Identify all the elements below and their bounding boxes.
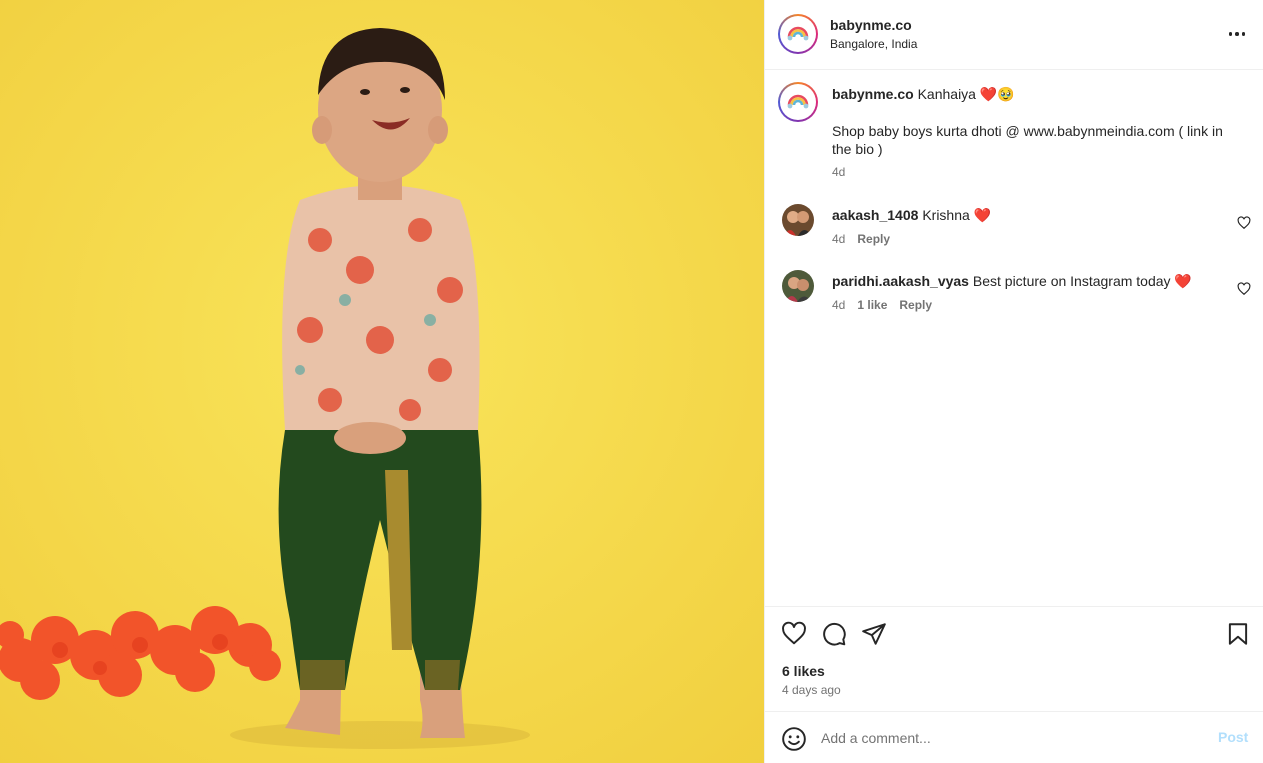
rainbow-logo-icon — [787, 94, 809, 109]
comment-like-heart-icon[interactable] — [1237, 216, 1251, 230]
post-location[interactable]: Bangalore, India — [830, 37, 917, 51]
emoji-icon[interactable] — [781, 726, 807, 752]
comments-section: babynme.co Kanhaiya ❤️🥹 Shop baby boys k… — [765, 70, 1263, 606]
comment-line: aakash_1408 Krishna ❤️ — [832, 206, 991, 224]
author-avatar[interactable] — [778, 14, 818, 54]
post-detail-panel: babynme.co Bangalore, India babynme.co K… — [764, 0, 1263, 763]
send-icon[interactable] — [861, 621, 887, 647]
post-image[interactable] — [0, 0, 764, 763]
post-date[interactable]: 4 days ago — [782, 683, 841, 697]
more-options-icon[interactable] — [1225, 24, 1249, 44]
caption-title-text: Kanhaiya ❤️🥹 — [917, 86, 1015, 102]
bookmark-icon[interactable] — [1225, 621, 1251, 647]
caption-username[interactable]: babynme.co — [832, 86, 914, 102]
comment-icon[interactable] — [821, 621, 847, 647]
author-username[interactable]: babynme.co — [830, 17, 912, 33]
comment-username[interactable]: aakash_1408 — [832, 207, 918, 223]
comment-input[interactable] — [821, 726, 1201, 750]
post-image-illustration — [0, 0, 764, 763]
likes-count[interactable]: 6 likes — [782, 663, 825, 679]
comment-meta: 4d 1 like Reply — [832, 298, 932, 312]
comment-line: paridhi.aakash_vyas Best picture on Inst… — [832, 272, 1192, 290]
caption-body-text: Shop baby boys kurta dhoti @ www.babynme… — [832, 123, 1223, 157]
reply-button[interactable]: Reply — [857, 232, 890, 246]
commenter-avatar[interactable] — [782, 270, 814, 302]
post-actions: 6 likes 4 days ago — [765, 606, 1263, 711]
comment-like-heart-icon[interactable] — [1237, 282, 1251, 296]
reply-button[interactable]: Reply — [899, 298, 932, 312]
comment-text: Krishna ❤️ — [922, 207, 992, 223]
comment-item: paridhi.aakash_vyas Best picture on Inst… — [779, 270, 1259, 320]
comment-time[interactable]: 4d — [832, 298, 845, 312]
commenter-photo — [782, 204, 814, 236]
add-comment-bar: Post — [765, 711, 1263, 763]
comment-item: aakash_1408 Krishna ❤️ 4d Reply — [779, 204, 1259, 254]
caption-avatar[interactable] — [778, 82, 818, 122]
caption-time[interactable]: 4d — [832, 165, 845, 179]
heart-icon[interactable] — [781, 621, 807, 647]
commenter-avatar[interactable] — [782, 204, 814, 236]
post-comment-button[interactable]: Post — [1218, 729, 1248, 745]
rainbow-logo-icon — [787, 26, 809, 41]
caption-title-line: babynme.co Kanhaiya ❤️🥹 — [832, 84, 1015, 104]
commenter-photo — [782, 270, 814, 302]
comment-username[interactable]: paridhi.aakash_vyas — [832, 273, 969, 289]
comment-likes-count[interactable]: 1 like — [857, 298, 887, 312]
comment-meta: 4d Reply — [832, 232, 890, 246]
comment-time[interactable]: 4d — [832, 232, 845, 246]
comment-text: Best picture on Instagram today ❤️ — [972, 273, 1192, 289]
post-header: babynme.co Bangalore, India — [765, 0, 1263, 70]
